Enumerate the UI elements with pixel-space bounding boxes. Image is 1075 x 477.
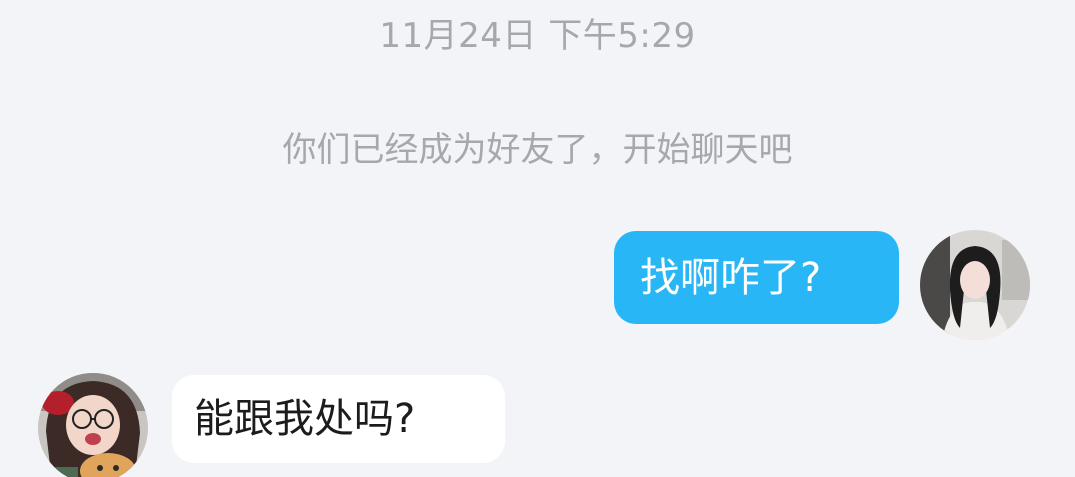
user-avatar-photo-icon <box>920 230 1030 340</box>
friend-avatar-photo-icon <box>38 373 148 477</box>
chat-thread: 11月24日 下午5:29 你们已经成为好友了，开始聊天吧 找啊咋了? 能跟我处… <box>0 0 1075 477</box>
friend-avatar[interactable] <box>38 373 148 477</box>
outgoing-message-bubble[interactable]: 找啊咋了? <box>614 231 899 324</box>
my-avatar[interactable] <box>920 230 1030 340</box>
incoming-message-text: 能跟我处吗? <box>194 396 416 442</box>
message-timestamp: 11月24日 下午5:29 <box>379 16 696 56</box>
friend-added-notice: 你们已经成为好友了，开始聊天吧 <box>282 130 793 170</box>
outgoing-message-text: 找啊咋了? <box>640 254 822 301</box>
incoming-message-bubble[interactable]: 能跟我处吗? <box>172 375 505 463</box>
